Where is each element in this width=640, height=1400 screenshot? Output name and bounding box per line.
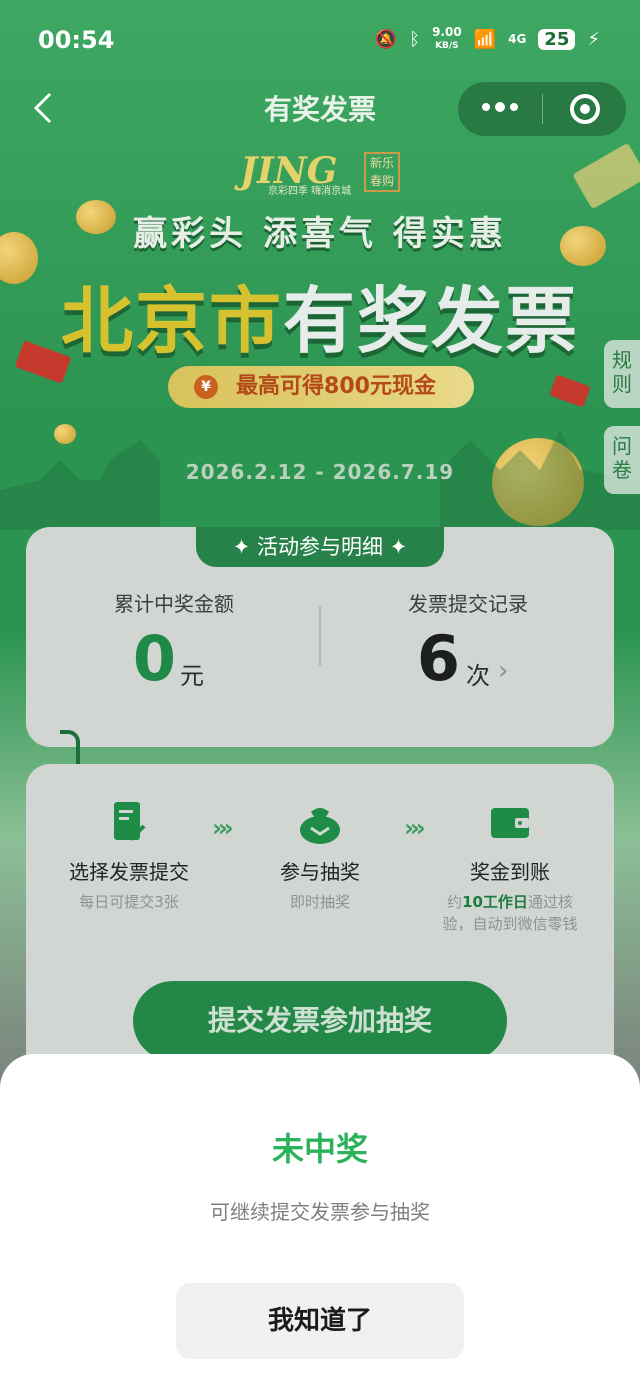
confirm-button[interactable]: 我知道了	[176, 1283, 464, 1359]
step-subtitle: 约10工作日通过核验，自动到微信零钱	[415, 891, 605, 935]
target-circle-icon[interactable]	[570, 94, 600, 124]
speed-unit: KB/S	[435, 41, 459, 51]
records-value[interactable]: 6	[340, 622, 460, 695]
speed-value: 9.00	[432, 25, 462, 39]
mini-program-capsule	[458, 82, 626, 136]
stats-divider	[319, 606, 321, 666]
result-title: 未中奖	[271, 1130, 368, 1168]
charging-icon: ⚡	[587, 28, 600, 50]
step-title: 参与抽奖	[280, 860, 360, 884]
prize-text: 最高可得800元现金	[236, 374, 436, 399]
records-unit[interactable]: 次	[466, 656, 490, 691]
wallet-icon	[487, 800, 533, 846]
activity-dates: 2026.2.12 - 2026.7.19	[185, 460, 455, 484]
step-payout: 奖金到账 约10工作日通过核验，自动到微信零钱	[415, 800, 605, 935]
prize-badge: ¥ 最高可得800元现金	[168, 366, 474, 408]
rules-tab[interactable]: 规则	[604, 340, 640, 408]
stamp-seal: 新乐春购	[364, 152, 400, 192]
records-label[interactable]: 发票提交记录	[358, 588, 578, 617]
submit-invoice-button[interactable]: 提交发票参加抽奖	[133, 981, 507, 1061]
total-prize-label: 累计中奖金额	[114, 592, 234, 616]
section-title: ✦ 活动参与明细 ✦	[196, 527, 444, 567]
nav-bar: 有奖发票	[0, 80, 640, 136]
bluetooth-icon: ᛒ	[409, 28, 421, 50]
wifi-icon: 📶	[473, 28, 497, 50]
headline-event: 有奖发票	[283, 279, 580, 363]
headline-city: 北京市	[60, 279, 283, 363]
slogan: 赢彩头 添喜气 得实惠	[133, 214, 507, 254]
page: 00:54 🔕 ᛒ 9.00 KB/S 📶 4G 25 ⚡ 有奖发票 JING …	[0, 0, 640, 1400]
survey-tab[interactable]: 问卷	[604, 426, 640, 494]
status-icons: 🔕 ᛒ 9.00 KB/S 📶 4G 25 ⚡	[375, 26, 600, 52]
more-dots-icon[interactable]	[480, 92, 520, 122]
result-subtitle: 可继续提交发票参与抽奖	[210, 1200, 430, 1224]
step-subtitle: 每日可提交3张	[79, 893, 179, 911]
status-bar: 00:54 🔕 ᛒ 9.00 KB/S 📶 4G 25 ⚡	[0, 0, 640, 80]
headline: 北京市有奖发票	[0, 262, 640, 367]
logo-subtitle: 京彩四季 嗨消京城	[268, 186, 352, 197]
mute-bell-icon: 🔕	[374, 28, 398, 50]
step-lottery: 参与抽奖 即时抽奖	[225, 800, 415, 913]
chevron-right-icon[interactable]: ›	[498, 656, 508, 686]
ticket-decoration	[572, 142, 640, 210]
red-envelope-decoration	[549, 374, 591, 408]
status-time: 00:54	[38, 26, 115, 54]
step-title: 奖金到账	[470, 860, 550, 884]
step-subtitle: 即时抽奖	[289, 893, 350, 911]
money-bag-icon	[297, 800, 343, 846]
total-prize-unit: 元	[180, 662, 204, 690]
network-speed: 9.00 KB/S	[432, 26, 462, 52]
yuan-coin-icon: ¥	[194, 375, 218, 399]
battery-level: 25	[538, 28, 576, 50]
total-prize-value: 0	[132, 622, 176, 695]
step-submit-invoice: 选择发票提交 每日可提交3张	[34, 800, 224, 913]
step-subtitle-highlight: 10工作日	[462, 893, 528, 911]
network-type: 4G	[508, 32, 527, 46]
step-subtitle-prefix: 约	[447, 893, 463, 911]
capsule-separator	[542, 94, 543, 124]
invoice-check-icon	[106, 800, 152, 846]
step-title: 选择发票提交	[69, 860, 189, 884]
